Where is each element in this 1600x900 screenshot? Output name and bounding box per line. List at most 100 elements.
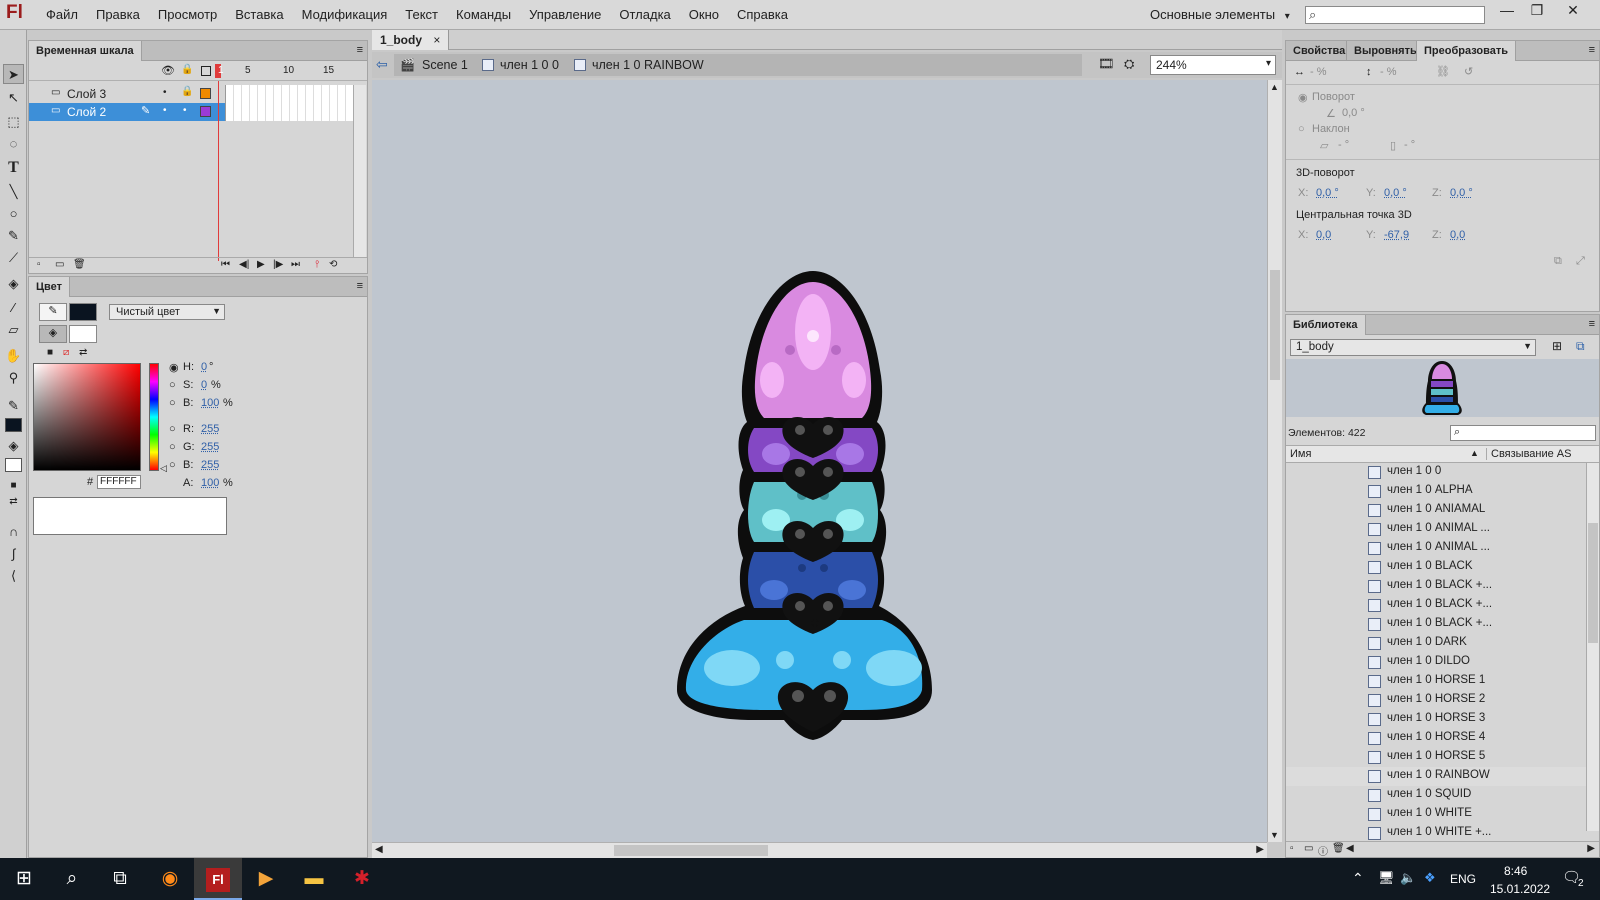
lock-icon[interactable]: 🔒 <box>181 64 193 75</box>
first-frame-icon[interactable]: ⏮ <box>221 259 230 270</box>
library-item[interactable]: член 1 0 0 <box>1286 463 1586 482</box>
library-item[interactable]: член 1 0 ALPHA <box>1286 482 1586 501</box>
paint-bucket-tool-icon[interactable]: ◈ <box>3 274 24 294</box>
h-radio-icon[interactable]: ◉ <box>169 361 179 374</box>
tab-color[interactable]: Цвет <box>29 277 71 297</box>
scroll-right-icon[interactable]: ▶ <box>1587 843 1595 854</box>
lasso-tool-icon[interactable]: ◌ <box>3 134 24 154</box>
language-indicator[interactable]: ENG <box>1450 872 1476 886</box>
eraser-tool-icon[interactable]: ▱ <box>3 320 24 340</box>
pencil-tool-icon[interactable]: ✎ <box>3 226 24 246</box>
scroll-up-icon[interactable]: ▲ <box>1270 82 1279 92</box>
help-search-input[interactable]: ⌕ <box>1305 6 1485 24</box>
menu-view[interactable]: Просмотр <box>158 7 217 22</box>
properties-icon[interactable]: ⓘ <box>1318 843 1328 858</box>
hue-slider-handle[interactable]: ◁ <box>160 463 167 474</box>
b-radio-icon[interactable]: ○ <box>169 397 176 409</box>
menu-commands[interactable]: Команды <box>456 7 511 22</box>
loop-icon[interactable]: ⟲ <box>329 259 337 270</box>
lock-dot[interactable]: • <box>183 105 187 116</box>
edit-scene-icon[interactable]: 🎞 <box>1098 56 1115 72</box>
library-item[interactable]: член 1 0 HORSE 3 <box>1286 710 1586 729</box>
library-item[interactable]: член 1 0 SQUID <box>1286 786 1586 805</box>
library-item[interactable]: член 1 0 HORSE 5 <box>1286 748 1586 767</box>
height-scale-value[interactable]: - % <box>1380 66 1397 78</box>
library-document-select[interactable]: 1_body ▼ <box>1290 339 1536 356</box>
color-picker-field[interactable] <box>33 363 141 471</box>
library-item[interactable]: член 1 0 ANIMAL ... <box>1286 539 1586 558</box>
library-item[interactable]: член 1 0 BLACK +... <box>1286 615 1586 634</box>
subselection-tool-icon[interactable]: ↖ <box>3 88 24 108</box>
menu-window[interactable]: Окно <box>689 7 719 22</box>
stage-canvas[interactable] <box>372 80 1267 842</box>
smooth-icon[interactable]: ∫ <box>3 544 24 564</box>
center3d-y-value[interactable]: -67,9 <box>1384 229 1409 241</box>
visibility-dot[interactable]: • <box>163 87 167 98</box>
prev-frame-icon[interactable]: ◀| <box>239 259 249 270</box>
restore-button[interactable]: ❐ <box>1522 0 1552 20</box>
last-frame-icon[interactable]: ⏭ <box>291 259 300 270</box>
library-item[interactable]: член 1 0 BLACK +... <box>1286 596 1586 615</box>
network-icon[interactable]: 🖥 <box>1378 870 1395 886</box>
stroke-pencil-icon[interactable]: ✎ <box>39 303 67 321</box>
oval-tool-icon[interactable]: ○ <box>3 204 24 224</box>
play-icon[interactable]: ▶ <box>257 259 265 270</box>
workspace-switcher[interactable]: Основные элементы ▾ <box>1150 7 1290 22</box>
outline-icon[interactable] <box>201 66 211 76</box>
layer-outline-color[interactable] <box>200 106 211 117</box>
library-item[interactable]: член 1 0 DARK <box>1286 634 1586 653</box>
new-folder-icon[interactable]: ▭ <box>1304 843 1313 854</box>
sort-asc-icon[interactable]: ▲ <box>1470 448 1479 458</box>
fill-swatch[interactable] <box>69 325 97 343</box>
zoom-select[interactable]: 244% ▾ <box>1150 55 1276 75</box>
pin-library-icon[interactable]: ⊞ <box>1552 339 1562 353</box>
breadcrumb-symbol-1[interactable]: член 1 0 0 <box>500 58 559 72</box>
remove-transform-icon[interactable]: ⤢ <box>1576 255 1585 268</box>
layer-row[interactable]: ▭ Слой 3 • 🔒 <box>29 85 225 103</box>
swap-colors-icon[interactable]: ⇄ <box>3 492 24 512</box>
hue-slider[interactable] <box>149 363 159 471</box>
panel-menu-icon[interactable]: ≡ <box>1589 44 1595 56</box>
stroke-color-icon[interactable]: ✎ <box>3 396 24 416</box>
tray-chevron-icon[interactable]: ⌃ <box>1352 870 1364 887</box>
panel-menu-icon[interactable]: ≡ <box>357 44 363 56</box>
timeline-vscroll[interactable] <box>353 85 366 257</box>
center3d-z-value[interactable]: 0,0 <box>1450 229 1465 241</box>
tab-align[interactable]: Выровнять <box>1346 41 1424 61</box>
search-icon[interactable]: ⌕ <box>48 858 96 900</box>
game-app-icon[interactable]: ✱ <box>338 858 386 900</box>
rot3d-y-value[interactable]: 0,0 ° <box>1384 187 1407 199</box>
menu-modify[interactable]: Модификация <box>302 7 388 22</box>
library-item[interactable]: член 1 0 HORSE 4 <box>1286 729 1586 748</box>
delete-layer-icon[interactable]: 🗑 <box>73 259 86 270</box>
menu-control[interactable]: Управление <box>529 7 601 22</box>
skew-h-value[interactable]: - ° <box>1338 139 1349 151</box>
library-item[interactable]: член 1 0 ANIMAL ... <box>1286 520 1586 539</box>
scroll-left-icon[interactable]: ◀ <box>375 844 383 855</box>
free-transform-tool-icon[interactable]: ⬚ <box>3 112 24 132</box>
snap-magnet-icon[interactable]: ∩ <box>3 522 24 542</box>
layer-name[interactable]: Слой 3 <box>67 87 106 101</box>
task-view-icon[interactable]: ⧉ <box>96 858 144 900</box>
s-radio-icon[interactable]: ○ <box>169 379 176 391</box>
tab-transform[interactable]: Преобразовать <box>1416 41 1517 61</box>
windows-start-icon[interactable]: ⊞ <box>0 858 48 900</box>
clock-date[interactable]: 15.01.2022 <box>1490 882 1550 896</box>
width-scale-value[interactable]: - % <box>1310 66 1327 78</box>
straighten-icon[interactable]: ⟨ <box>3 566 24 586</box>
frames-grid[interactable] <box>225 85 353 121</box>
menu-file[interactable]: Файл <box>46 7 78 22</box>
skew-v-value[interactable]: - ° <box>1404 139 1415 151</box>
library-vscroll-thumb[interactable] <box>1588 523 1598 643</box>
r-value[interactable]: 255 <box>201 423 219 435</box>
scroll-down-icon[interactable]: ▼ <box>1270 830 1279 840</box>
b-value[interactable]: 100 <box>201 397 219 409</box>
line-tool-icon[interactable]: ╲ <box>3 182 24 202</box>
swap-colors-icon[interactable]: ⇄ <box>79 347 87 358</box>
edit-symbol-icon[interactable]: ⛭ <box>1124 56 1134 72</box>
library-item[interactable]: член 1 0 HORSE 1 <box>1286 672 1586 691</box>
tab-timeline[interactable]: Временная шкала <box>29 41 142 61</box>
firefox-icon[interactable]: ◉ <box>146 858 194 900</box>
rot3d-z-value[interactable]: 0,0 ° <box>1450 187 1473 199</box>
breadcrumb-scene[interactable]: Scene 1 <box>422 58 468 72</box>
